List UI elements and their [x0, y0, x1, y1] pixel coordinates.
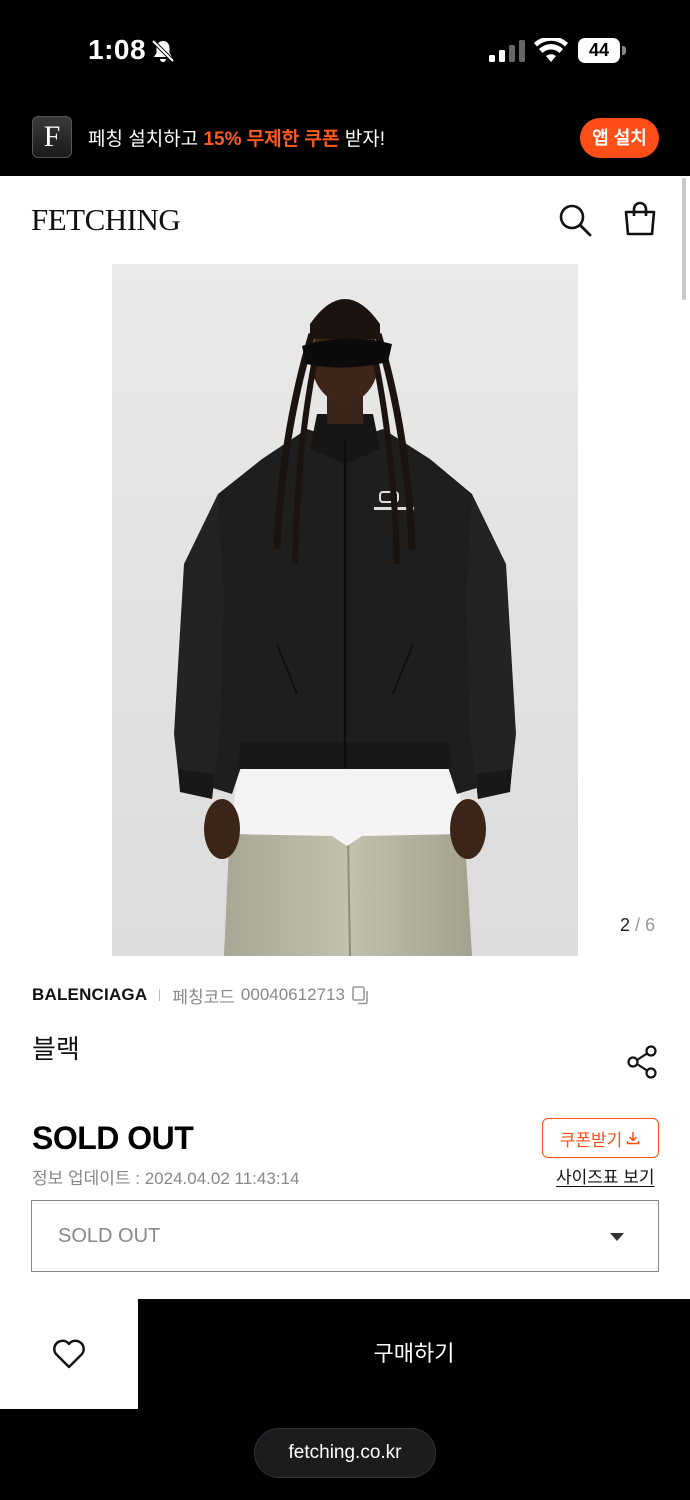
size-chart-link[interactable]: 사이즈표 보기 — [556, 1163, 655, 1188]
site-header: FETCHING — [0, 176, 690, 264]
get-coupon-button[interactable]: 쿠폰받기 — [542, 1118, 659, 1158]
heart-icon — [53, 1339, 85, 1369]
site-logo[interactable]: FETCHING — [31, 202, 181, 238]
app-install-banner: F 페칭 설치하고 15% 무제한 쿠폰 받자! 앱 설치 — [0, 102, 690, 176]
sold-out-status: SOLD OUT — [32, 1120, 194, 1156]
banner-text: 페칭 설치하고 15% 무제한 쿠폰 받자! — [88, 129, 385, 150]
buy-button[interactable]: 구매하기 — [138, 1299, 690, 1409]
product-page: FETCHING 2 / 6 BALENCIAGA 페칭코드 000406127… — [0, 176, 690, 1409]
image-counter: 2 / 6 — [620, 915, 656, 935]
divider — [159, 989, 161, 1001]
share-icon[interactable] — [626, 1045, 660, 1079]
status-bar: 1:08 44 — [0, 0, 690, 102]
option-select[interactable]: SOLD OUT — [31, 1200, 659, 1272]
product-code-value: 00040612713 — [240, 985, 345, 1004]
status-time: 1:08 — [88, 34, 147, 65]
wishlist-button[interactable] — [0, 1299, 138, 1409]
option-select-value: SOLD OUT — [58, 1225, 161, 1247]
signal-icon — [489, 40, 525, 62]
copy-icon[interactable] — [351, 985, 371, 1005]
brand-name[interactable]: BALENCIAGA — [32, 985, 147, 1005]
chevron-down-icon — [610, 1233, 624, 1241]
product-code-label: 페칭코드 — [172, 987, 235, 1007]
search-icon[interactable] — [558, 203, 592, 237]
wifi-icon — [534, 38, 568, 62]
brand-row: BALENCIAGA 페칭코드 00040612713 — [32, 983, 371, 1007]
shopping-bag-icon[interactable] — [622, 201, 658, 237]
app-logo: F — [32, 116, 72, 158]
install-app-button[interactable]: 앱 설치 — [580, 118, 659, 158]
url-bar[interactable]: fetching.co.kr — [254, 1428, 436, 1478]
battery-indicator: 44 — [578, 38, 626, 63]
browser-bar: fetching.co.kr — [0, 1409, 690, 1500]
product-image[interactable] — [112, 264, 578, 956]
download-icon — [627, 1132, 640, 1145]
bell-slash-icon — [151, 39, 175, 63]
product-color-name: 블랙 — [32, 1034, 80, 1064]
update-timestamp: 정보 업데이트 : 2024.04.02 11:43:14 — [32, 1169, 300, 1188]
